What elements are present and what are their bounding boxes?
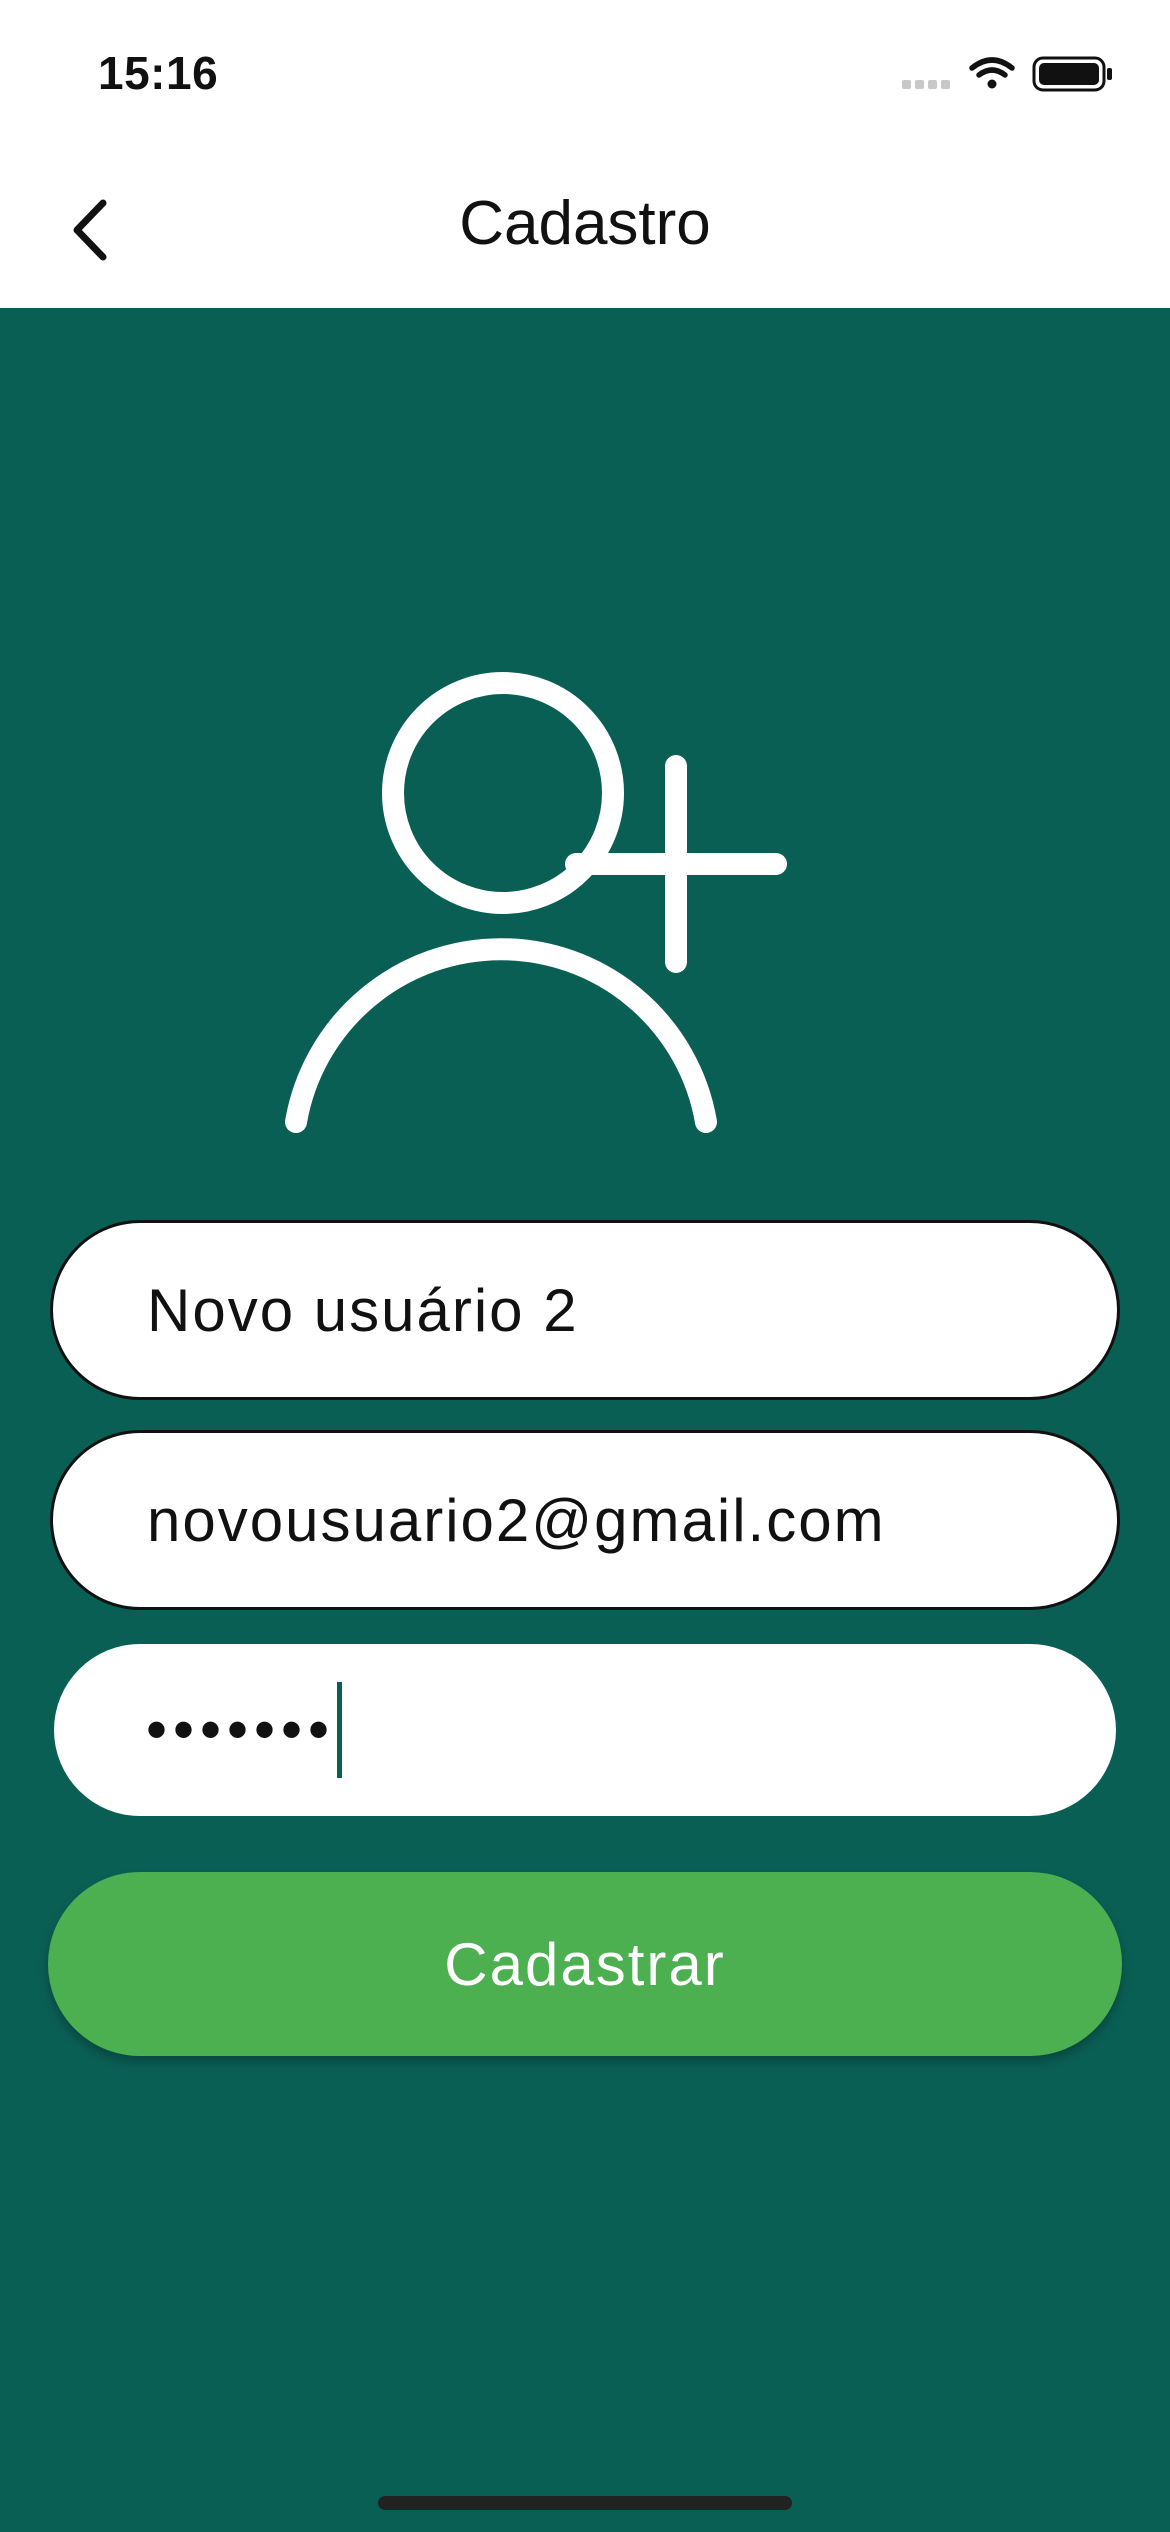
name-field[interactable]: Novo usuário 2 bbox=[50, 1220, 1120, 1400]
wifi-icon bbox=[969, 57, 1015, 89]
signup-screen: Novo usuário 2 novousuario2@gmail.com ••… bbox=[0, 308, 1170, 2532]
cellular-signal-icon bbox=[902, 80, 950, 89]
register-button[interactable]: Cadastrar bbox=[48, 1872, 1122, 2056]
status-icons bbox=[902, 54, 1114, 96]
text-cursor bbox=[337, 1682, 343, 1778]
email-field[interactable]: novousuario2@gmail.com bbox=[50, 1430, 1120, 1610]
password-value: ••••••• bbox=[146, 1696, 336, 1763]
status-bar: 15:16 bbox=[0, 0, 1170, 150]
nav-bar: Cadastro bbox=[0, 150, 1170, 308]
home-indicator[interactable] bbox=[378, 2496, 792, 2510]
status-time: 15:16 bbox=[98, 47, 219, 99]
battery-icon bbox=[1032, 56, 1112, 92]
password-field[interactable]: ••••••• bbox=[54, 1644, 1116, 1816]
add-user-icon bbox=[285, 672, 787, 1133]
page-title: Cadastro bbox=[459, 189, 711, 258]
